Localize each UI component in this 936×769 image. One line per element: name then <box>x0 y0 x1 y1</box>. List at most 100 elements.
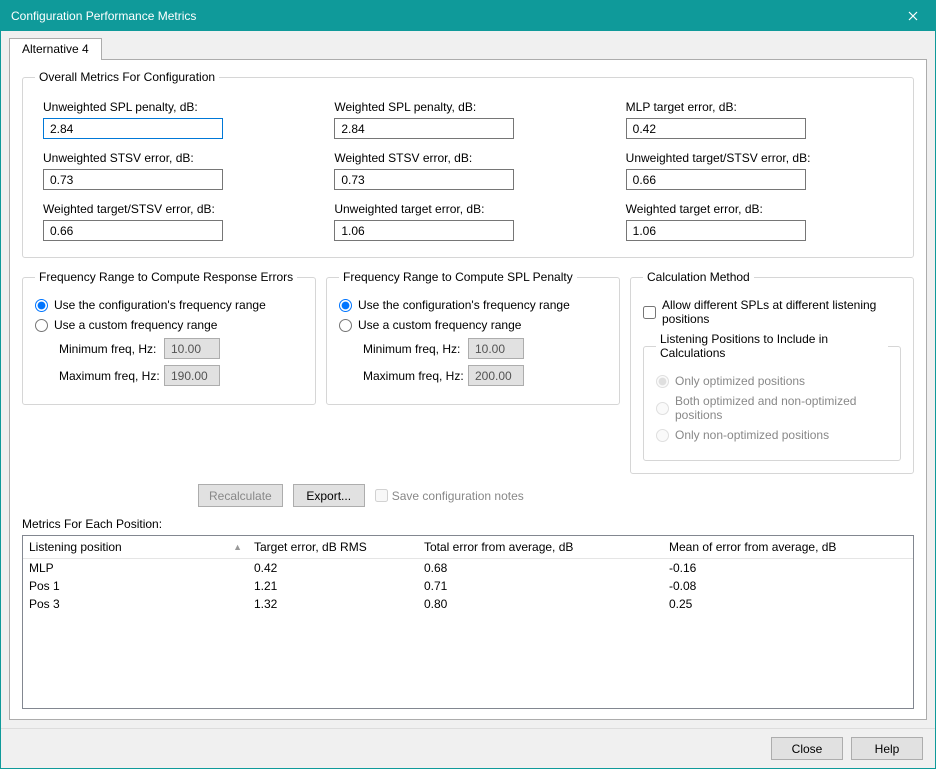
metric-item: Weighted target error, dB: <box>626 198 893 241</box>
freq-spl-min-label: Minimum freq, Hz: <box>363 342 468 356</box>
freq-resp-opt-custom-label: Use a custom frequency range <box>54 318 217 332</box>
calc-method-fieldset: Calculation Method Allow different SPLs … <box>630 270 914 474</box>
table-cell: 1.21 <box>248 577 418 595</box>
save-notes: Save configuration notes <box>375 489 524 503</box>
table-header: Listening position ▲ Target error, dB RM… <box>23 536 913 559</box>
window-body: Alternative 4 Overall Metrics For Config… <box>1 31 935 768</box>
calc-opt-both: Both optimized and non-optimized positio… <box>656 394 888 422</box>
metric-value-input[interactable] <box>43 220 223 241</box>
mid-row: Frequency Range to Compute Response Erro… <box>22 270 914 474</box>
titlebar: Configuration Performance Metrics <box>1 1 935 31</box>
close-button[interactable]: Close <box>771 737 843 760</box>
freq-resp-opt-config[interactable]: Use the configuration's frequency range <box>35 298 303 312</box>
freq-spl-opt-config-label: Use the configuration's frequency range <box>358 298 570 312</box>
metric-label: Unweighted target error, dB: <box>334 202 601 216</box>
allow-diff-spls[interactable]: Allow different SPLs at different listen… <box>643 298 901 326</box>
freq-response-legend: Frequency Range to Compute Response Erro… <box>35 270 297 284</box>
freq-spl-fieldset: Frequency Range to Compute SPL Penalty U… <box>326 270 620 405</box>
table-cell: 0.42 <box>248 559 418 577</box>
table-cell: Pos 1 <box>23 577 248 595</box>
col-listening-position[interactable]: Listening position ▲ <box>23 536 248 558</box>
freq-resp-max-input <box>164 365 220 386</box>
metric-item: Unweighted STSV error, dB: <box>43 147 310 190</box>
tabs: Alternative 4 <box>1 31 935 59</box>
calc-opt-both-label: Both optimized and non-optimized positio… <box>675 394 888 422</box>
metric-item: Unweighted SPL penalty, dB: <box>43 96 310 139</box>
metric-label: MLP target error, dB: <box>626 100 893 114</box>
help-button[interactable]: Help <box>851 737 923 760</box>
col-listening-position-label: Listening position <box>29 540 122 554</box>
freq-spl-opt-config[interactable]: Use the configuration's frequency range <box>339 298 607 312</box>
col-mean-error[interactable]: Mean of error from average, dB <box>663 536 913 558</box>
freq-resp-min-input <box>164 338 220 359</box>
close-icon[interactable] <box>890 1 935 31</box>
save-notes-checkbox <box>375 489 388 502</box>
metric-value-input[interactable] <box>626 169 806 190</box>
metric-label: Unweighted STSV error, dB: <box>43 151 310 165</box>
table-cell: 0.25 <box>663 595 913 613</box>
col-target-error[interactable]: Target error, dB RMS <box>248 536 418 558</box>
metric-value-input[interactable] <box>626 220 806 241</box>
table-cell: 1.32 <box>248 595 418 613</box>
calc-radio-optimized <box>656 375 669 388</box>
metric-label: Unweighted SPL penalty, dB: <box>43 100 310 114</box>
metric-value-input[interactable] <box>43 118 223 139</box>
freq-resp-min-label: Minimum freq, Hz: <box>59 342 164 356</box>
metric-item: Unweighted target error, dB: <box>334 198 601 241</box>
tab-content: Overall Metrics For Configuration Unweig… <box>9 59 927 720</box>
calc-opt-optimized-label: Only optimized positions <box>675 374 805 388</box>
positions-table: Listening position ▲ Target error, dB RM… <box>22 535 914 709</box>
freq-spl-max-input <box>468 365 524 386</box>
freq-spl-radio-config[interactable] <box>339 299 352 312</box>
listening-positions-fieldset: Listening Positions to Include in Calcul… <box>643 332 901 461</box>
metric-item: Weighted target/STSV error, dB: <box>43 198 310 241</box>
metric-label: Weighted SPL penalty, dB: <box>334 100 601 114</box>
table-cell: 0.80 <box>418 595 663 613</box>
allow-diff-spls-label: Allow different SPLs at different listen… <box>662 298 901 326</box>
metric-value-input[interactable] <box>334 220 514 241</box>
window: Configuration Performance Metrics Altern… <box>0 0 936 769</box>
freq-spl-max-label: Maximum freq, Hz: <box>363 369 468 383</box>
freq-spl-opt-custom-label: Use a custom frequency range <box>358 318 521 332</box>
tab-alternative[interactable]: Alternative 4 <box>9 38 102 60</box>
calc-radio-nonopt <box>656 429 669 442</box>
calc-opt-optimized: Only optimized positions <box>656 374 888 388</box>
export-button[interactable]: Export... <box>293 484 365 507</box>
freq-spl-radio-custom[interactable] <box>339 319 352 332</box>
metric-label: Weighted target error, dB: <box>626 202 893 216</box>
metric-label: Unweighted target/STSV error, dB: <box>626 151 893 165</box>
footer: Close Help <box>1 728 935 768</box>
metric-value-input[interactable] <box>43 169 223 190</box>
metric-item: Weighted STSV error, dB: <box>334 147 601 190</box>
freq-spl-legend: Frequency Range to Compute SPL Penalty <box>339 270 577 284</box>
metric-label: Weighted STSV error, dB: <box>334 151 601 165</box>
table-cell: 0.68 <box>418 559 663 577</box>
table-cell: -0.08 <box>663 577 913 595</box>
window-title: Configuration Performance Metrics <box>11 9 890 23</box>
listening-positions-legend: Listening Positions to Include in Calcul… <box>656 332 888 360</box>
freq-resp-radio-custom[interactable] <box>35 319 48 332</box>
calc-opt-nonopt: Only non-optimized positions <box>656 428 888 442</box>
metrics-per-position-label: Metrics For Each Position: <box>22 517 914 531</box>
metric-value-input[interactable] <box>626 118 806 139</box>
calc-radio-both <box>656 402 669 415</box>
freq-spl-opt-custom[interactable]: Use a custom frequency range <box>339 318 607 332</box>
col-total-error[interactable]: Total error from average, dB <box>418 536 663 558</box>
sort-ascending-icon: ▲ <box>233 542 242 552</box>
freq-resp-radio-config[interactable] <box>35 299 48 312</box>
table-row[interactable]: Pos 11.210.71-0.08 <box>23 577 913 595</box>
freq-response-fieldset: Frequency Range to Compute Response Erro… <box>22 270 316 405</box>
freq-resp-max-label: Maximum freq, Hz: <box>59 369 164 383</box>
table-row[interactable]: MLP0.420.68-0.16 <box>23 559 913 577</box>
calc-legend: Calculation Method <box>643 270 754 284</box>
table-row[interactable]: Pos 31.320.800.25 <box>23 595 913 613</box>
table-cell: 0.71 <box>418 577 663 595</box>
save-notes-label: Save configuration notes <box>392 489 524 503</box>
allow-diff-spls-checkbox[interactable] <box>643 306 656 319</box>
metric-value-input[interactable] <box>334 169 514 190</box>
action-row: Recalculate Export... Save configuration… <box>198 484 914 507</box>
recalculate-button: Recalculate <box>198 484 283 507</box>
freq-resp-opt-custom[interactable]: Use a custom frequency range <box>35 318 303 332</box>
overall-metrics-fieldset: Overall Metrics For Configuration Unweig… <box>22 70 914 258</box>
metric-value-input[interactable] <box>334 118 514 139</box>
